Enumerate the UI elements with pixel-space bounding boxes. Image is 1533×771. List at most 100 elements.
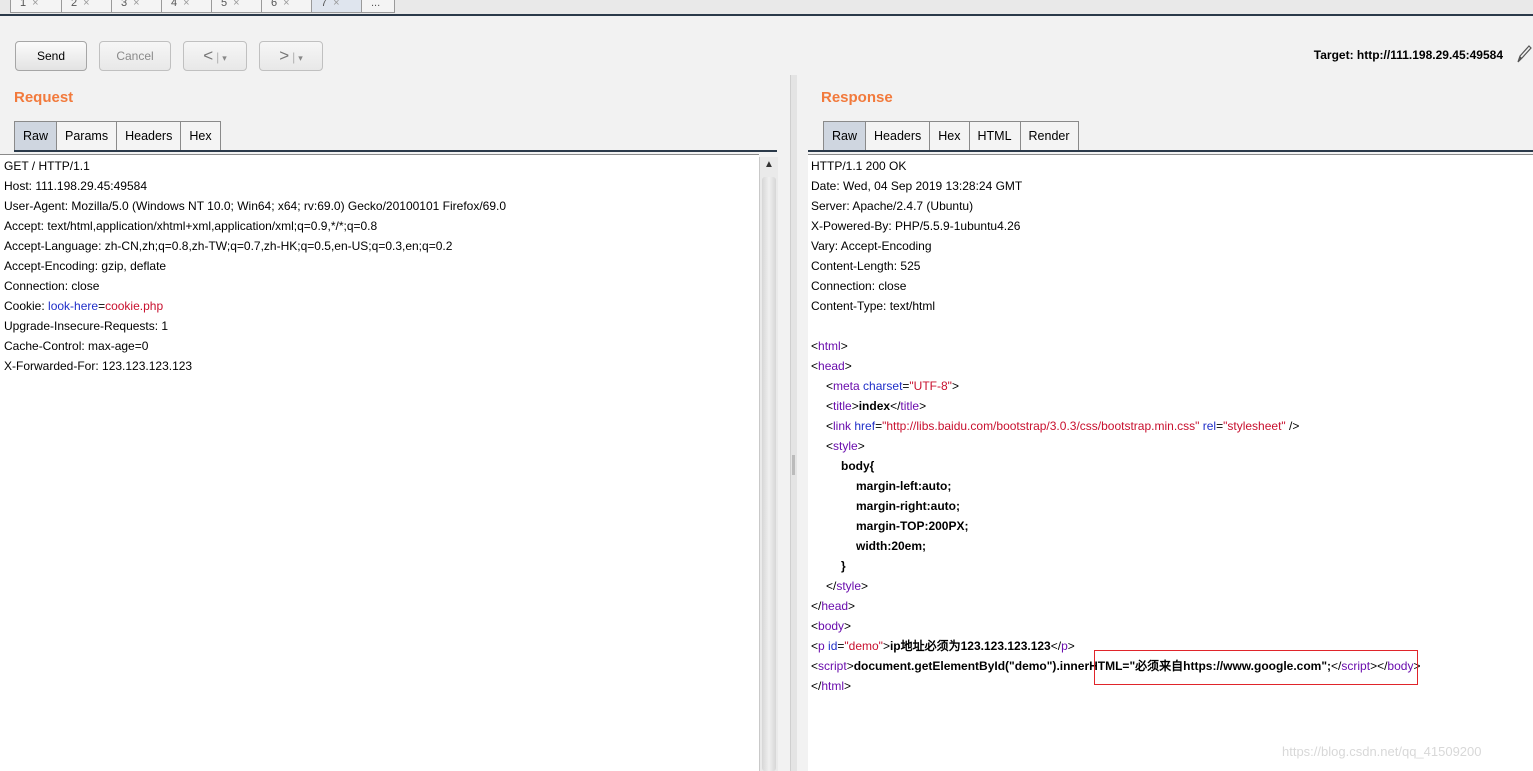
response-line: Date: Wed, 04 Sep 2019 13:28:24 GMT: [811, 179, 1023, 193]
close-icon[interactable]: ×: [183, 0, 189, 9]
pencil-icon[interactable]: [1516, 44, 1532, 69]
request-line: Accept: text/html,application/xhtml+xml,…: [4, 219, 378, 233]
p-tag: p: [1061, 639, 1068, 653]
style-open-line: <style>: [826, 439, 865, 453]
request-line: X-Forwarded-For: 123.123.123.123: [4, 359, 193, 373]
request-line: Upgrade-Insecure-Requests: 1: [4, 319, 169, 333]
charset-attr: charset: [863, 379, 903, 393]
tab-6[interactable]: 6 ×: [261, 0, 312, 13]
request-line: Connection: close: [4, 279, 100, 293]
title-line: <title>index</title>: [826, 399, 927, 413]
head-tag: head: [821, 599, 849, 613]
cookie-value: cookie.php: [105, 299, 164, 313]
response-tab-raw[interactable]: Raw: [823, 121, 867, 150]
css-line: margin-right:auto;: [856, 499, 960, 513]
split-divider[interactable]: [790, 75, 797, 771]
response-tabs: Raw Headers Hex HTML Render: [823, 121, 1079, 152]
cookie-prefix: Cookie:: [4, 299, 49, 313]
request-tab-raw[interactable]: Raw: [14, 121, 58, 150]
response-line: Content-Type: text/html: [811, 299, 936, 313]
request-editor[interactable]: GET / HTTP/1.1 Host: 111.198.29.45:49584…: [0, 154, 759, 771]
chevron-down-icon[interactable]: ▾: [222, 53, 227, 63]
close-icon[interactable]: ×: [233, 0, 239, 9]
response-line: Server: Apache/2.4.7 (Ubuntu): [811, 199, 974, 213]
tab-divider: [14, 150, 777, 152]
p-tag: p: [818, 639, 825, 653]
response-tab-render[interactable]: Render: [1019, 121, 1079, 150]
script-code: document.getElementById("demo"): [853, 659, 1057, 673]
close-icon[interactable]: ×: [133, 0, 139, 9]
tab-label: ...: [371, 0, 381, 9]
css-line: width:20em;: [856, 539, 927, 553]
cancel-button[interactable]: Cancel: [99, 41, 171, 71]
request-scrollbar[interactable]: ▲: [759, 157, 778, 771]
scroll-up-icon[interactable]: ▲: [764, 159, 774, 170]
request-line: Cache-Control: max-age=0: [4, 339, 149, 353]
forward-button[interactable]: > | ▾: [259, 41, 323, 71]
response-tab-html[interactable]: HTML: [968, 121, 1021, 150]
response-tab-headers[interactable]: Headers: [865, 121, 931, 150]
response-line: Content-Length: 525: [811, 259, 921, 273]
head-tag: head: [818, 359, 845, 373]
request-tab-headers[interactable]: Headers: [116, 121, 182, 150]
tab-label: 2: [71, 0, 78, 9]
response-line: Vary: Accept-Encoding: [811, 239, 932, 253]
rel-value: "stylesheet": [1223, 419, 1286, 433]
id-attr: id: [828, 639, 838, 653]
request-tab-hex[interactable]: Hex: [180, 121, 221, 150]
back-button[interactable]: < | ▾: [183, 41, 247, 71]
tab-7[interactable]: 7 ×: [311, 0, 362, 13]
request-tab-params[interactable]: Params: [56, 121, 118, 150]
request-line: GET / HTTP/1.1: [4, 159, 90, 173]
close-icon[interactable]: ×: [283, 0, 289, 9]
scrollbar-thumb[interactable]: [762, 177, 776, 771]
css-line: margin-TOP:200PX;: [856, 519, 969, 533]
body-tag: body: [818, 619, 845, 633]
meta-tag: meta: [833, 379, 860, 393]
close-icon[interactable]: ×: [83, 0, 89, 9]
cookie-line: Cookie: look-here=cookie.php: [4, 296, 759, 316]
html-tag: html: [821, 679, 845, 693]
title-text: index: [858, 399, 891, 413]
response-title: Response: [821, 89, 893, 106]
style-tag: style: [836, 579, 862, 593]
tab-1[interactable]: 1 ×: [10, 0, 62, 13]
divider-grip[interactable]: [792, 455, 795, 475]
css-line: }: [841, 559, 846, 573]
response-line: Connection: close: [811, 279, 907, 293]
response-tab-hex[interactable]: Hex: [929, 121, 970, 150]
tab-2[interactable]: 2 ×: [61, 0, 112, 13]
href-value: "http://libs.baidu.com/bootstrap/3.0.3/c…: [882, 419, 1200, 433]
rel-attr: rel: [1202, 419, 1217, 433]
meta-line: <meta charset="UTF-8">: [826, 379, 959, 393]
tab-label: 5: [221, 0, 228, 9]
request-line: Accept-Language: zh-CN,zh;q=0.8,zh-TW;q=…: [4, 239, 453, 253]
response-line: X-Powered-By: PHP/5.5.9-1ubuntu4.26: [811, 219, 1021, 233]
tab-4[interactable]: 4 ×: [161, 0, 212, 13]
charset-value: "UTF-8": [909, 379, 952, 393]
title-tag: title: [833, 399, 852, 413]
html-tag: html: [818, 339, 841, 353]
forward-arrow-icon: >: [279, 46, 290, 65]
tab-label: 4: [171, 0, 178, 9]
send-button[interactable]: Send: [15, 41, 87, 71]
request-title: Request: [14, 89, 74, 106]
close-icon[interactable]: ×: [333, 0, 339, 9]
href-attr: href: [854, 419, 876, 433]
tab-more[interactable]: ...: [361, 0, 395, 13]
link-tag: link: [833, 419, 852, 433]
tab-divider: [808, 150, 1533, 152]
p-text: ip地址必须为123.123.123.123: [889, 639, 1051, 653]
body-open-line: <body>: [811, 619, 852, 633]
tab-label: 7: [321, 0, 328, 9]
chevron-down-icon[interactable]: ▾: [298, 53, 303, 63]
tab-3[interactable]: 3 ×: [111, 0, 162, 13]
tab-5[interactable]: 5 ×: [211, 0, 262, 13]
request-line: Host: 111.198.29.45:49584: [4, 179, 148, 193]
close-icon[interactable]: ×: [32, 0, 38, 9]
tab-label: 6: [271, 0, 278, 9]
html-open-line: <html>: [811, 339, 848, 353]
css-line: body{: [841, 459, 875, 473]
tab-strip: 1 × 2 × 3 × 4 × 5 × 6 × 7 × ...: [0, 0, 1533, 16]
